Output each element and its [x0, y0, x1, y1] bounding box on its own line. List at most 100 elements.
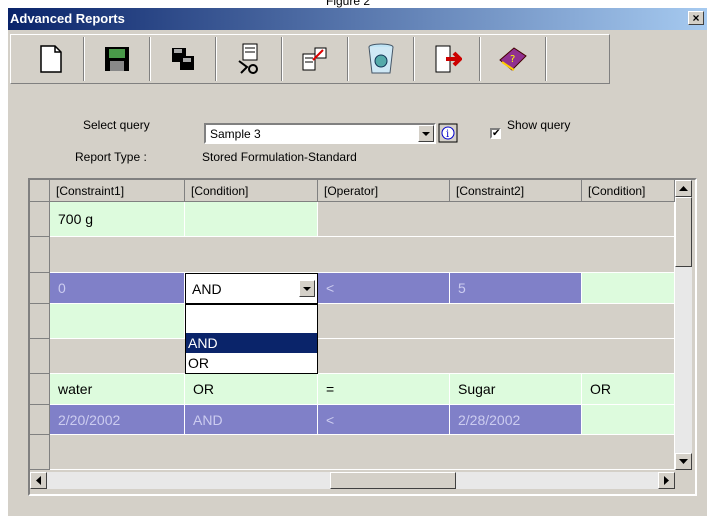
- scroll-left-button[interactable]: [30, 472, 47, 489]
- table-cell[interactable]: [50, 304, 185, 339]
- toolbar-separator: [215, 37, 217, 81]
- delete-button[interactable]: [351, 38, 411, 80]
- table-cell-empty: [50, 339, 675, 374]
- svg-text:?: ?: [510, 54, 515, 65]
- table-cell[interactable]: AND: [185, 405, 318, 435]
- multiple-disks-icon: [172, 48, 194, 70]
- toolbar-separator: [281, 37, 283, 81]
- figure-caption: Figure 2: [326, 0, 371, 8]
- chevron-down-icon[interactable]: [418, 125, 434, 142]
- scroll-thumb[interactable]: [675, 197, 692, 267]
- title-bar: Advanced Reports ×: [8, 8, 707, 30]
- row-selector[interactable]: [30, 435, 50, 470]
- show-query-checkbox[interactable]: ✔: [490, 128, 501, 139]
- toolbar-separator: [149, 37, 151, 81]
- table-row: 2/20/2002 AND < 2/28/2002: [30, 405, 675, 435]
- table-row: [30, 339, 675, 374]
- toolbar-separator: [479, 37, 481, 81]
- scroll-thumb[interactable]: [330, 472, 456, 489]
- scroll-down-button[interactable]: [675, 453, 692, 470]
- row-selector[interactable]: [30, 405, 50, 435]
- select-query-dropdown[interactable]: Sample 3: [204, 123, 436, 144]
- svg-text:i: i: [446, 129, 449, 140]
- toolbar-separator: [545, 37, 547, 81]
- save-as-button[interactable]: [153, 38, 213, 80]
- table-cell[interactable]: 0: [50, 273, 185, 304]
- toolbar: ?: [10, 34, 610, 84]
- floppy-disk-icon: [105, 47, 129, 71]
- arrow-right-icon: [664, 476, 669, 485]
- chevron-down-icon[interactable]: [299, 280, 315, 297]
- table-cell[interactable]: 5: [450, 273, 582, 304]
- table-row: 0 < 5: [30, 273, 675, 304]
- table-cell[interactable]: Sugar: [450, 374, 582, 405]
- row-selector[interactable]: [30, 339, 50, 374]
- row-selector[interactable]: [30, 374, 50, 405]
- column-header[interactable]: [Condition]: [582, 180, 675, 202]
- constraints-grid: [Constraint1] [Condition] [Operator] [Co…: [28, 178, 697, 496]
- header-corner: [30, 180, 50, 202]
- table-cell[interactable]: OR: [185, 374, 318, 405]
- table-row: [30, 237, 675, 273]
- arrow-left-icon: [36, 476, 41, 485]
- table-cell[interactable]: <: [318, 405, 450, 435]
- table-cell[interactable]: 2/20/2002: [50, 405, 185, 435]
- table-row: water OR = Sugar OR: [30, 374, 675, 405]
- row-selector[interactable]: [30, 273, 50, 304]
- select-query-label: Select query: [83, 118, 150, 132]
- table-cell[interactable]: [582, 405, 675, 435]
- new-report-button[interactable]: [21, 38, 81, 80]
- table-cell-empty: [50, 237, 675, 273]
- row-selector[interactable]: [30, 304, 50, 339]
- help-book-icon: ?: [499, 47, 527, 71]
- condition-combo[interactable]: AND: [185, 273, 318, 304]
- option-or[interactable]: OR: [186, 353, 317, 373]
- row-selector[interactable]: [30, 202, 50, 237]
- column-header[interactable]: [Constraint1]: [50, 180, 185, 202]
- toolbar-separator: [83, 37, 85, 81]
- close-button[interactable]: ×: [688, 11, 704, 25]
- horizontal-scrollbar[interactable]: [30, 472, 675, 489]
- column-header[interactable]: [Condition]: [185, 180, 318, 202]
- vertical-scrollbar[interactable]: [675, 180, 692, 470]
- option-blank[interactable]: [186, 313, 317, 333]
- show-query-label: Show query: [507, 118, 571, 132]
- table-cell[interactable]: water: [50, 374, 185, 405]
- table-cell[interactable]: =: [318, 374, 450, 405]
- save-button[interactable]: [87, 38, 147, 80]
- column-header[interactable]: [Constraint2]: [450, 180, 582, 202]
- advanced-reports-window: Advanced Reports × ? Select query Sample…: [8, 8, 707, 516]
- table-cell[interactable]: <: [318, 273, 450, 304]
- query-info-button[interactable]: i: [438, 123, 458, 143]
- info-icon: i: [438, 123, 458, 143]
- scroll-up-button[interactable]: [675, 180, 692, 197]
- report-type-label: Report Type :: [75, 150, 147, 164]
- report-type-value: Stored Formulation-Standard: [202, 150, 357, 164]
- help-button[interactable]: ?: [483, 38, 543, 80]
- table-cell[interactable]: OR: [582, 374, 675, 405]
- window-title: Advanced Reports: [10, 11, 125, 26]
- table-cell[interactable]: [185, 202, 318, 237]
- option-and[interactable]: AND: [186, 333, 317, 353]
- report-wizard-icon: [238, 43, 258, 74]
- scroll-right-button[interactable]: [658, 472, 675, 489]
- select-query-value: Sample 3: [210, 127, 261, 141]
- table-row: [30, 435, 675, 470]
- table-cell[interactable]: [582, 273, 675, 304]
- column-header[interactable]: [Operator]: [318, 180, 450, 202]
- arrow-up-icon: [679, 186, 688, 191]
- exit-door-icon: [435, 45, 462, 73]
- table-row: 700 g: [30, 202, 675, 237]
- arrow-down-icon: [679, 459, 688, 464]
- table-cell[interactable]: 2/28/2002: [450, 405, 582, 435]
- toolbar-separator: [347, 37, 349, 81]
- run-report-button[interactable]: [219, 38, 279, 80]
- row-selector[interactable]: [30, 237, 50, 273]
- toolbar-separator: [413, 37, 415, 81]
- export-button[interactable]: [285, 38, 345, 80]
- table-cell-empty: [50, 435, 675, 470]
- table-cell-empty: [318, 202, 675, 237]
- table-cell[interactable]: 700 g: [50, 202, 185, 237]
- condition-combo-value: AND: [192, 281, 222, 297]
- exit-button[interactable]: [417, 38, 477, 80]
